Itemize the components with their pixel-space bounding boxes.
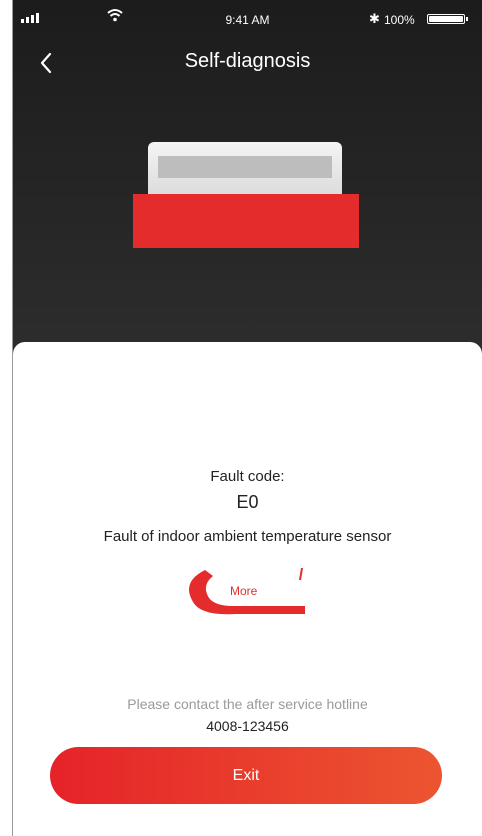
unit-alert-panel xyxy=(133,194,359,248)
fault-code-value: E0 xyxy=(236,492,259,512)
fault-code-label: Fault code: xyxy=(210,468,285,485)
bluetooth-icon: ✱ xyxy=(369,11,380,26)
exit-button[interactable]: Exit xyxy=(50,747,442,804)
more-button[interactable]: More xyxy=(175,564,311,622)
page-title: Self-diagnosis xyxy=(184,50,311,72)
status-bar: 9:41 AM ✱ 100% xyxy=(13,0,482,40)
battery-percent: 100% xyxy=(384,13,415,27)
unit-vent xyxy=(158,156,332,178)
air-conditioner-illustration xyxy=(133,140,363,255)
header-area: 9:41 AM ✱ 100% Self-diagnosis xyxy=(13,0,482,380)
diagnosis-card: Fault code: E0 Fault of indoor ambient t… xyxy=(13,342,482,836)
phone-screen: 9:41 AM ✱ 100% Self-diagnosis Fault code… xyxy=(12,0,482,836)
fault-description: Fault of indoor ambient temperature sens… xyxy=(103,528,392,545)
contact-text: Please contact the after service hotline xyxy=(127,696,368,712)
hotline-number[interactable]: 4008-123456 xyxy=(13,718,482,734)
more-label: More xyxy=(230,584,258,598)
battery-icon xyxy=(427,14,468,24)
